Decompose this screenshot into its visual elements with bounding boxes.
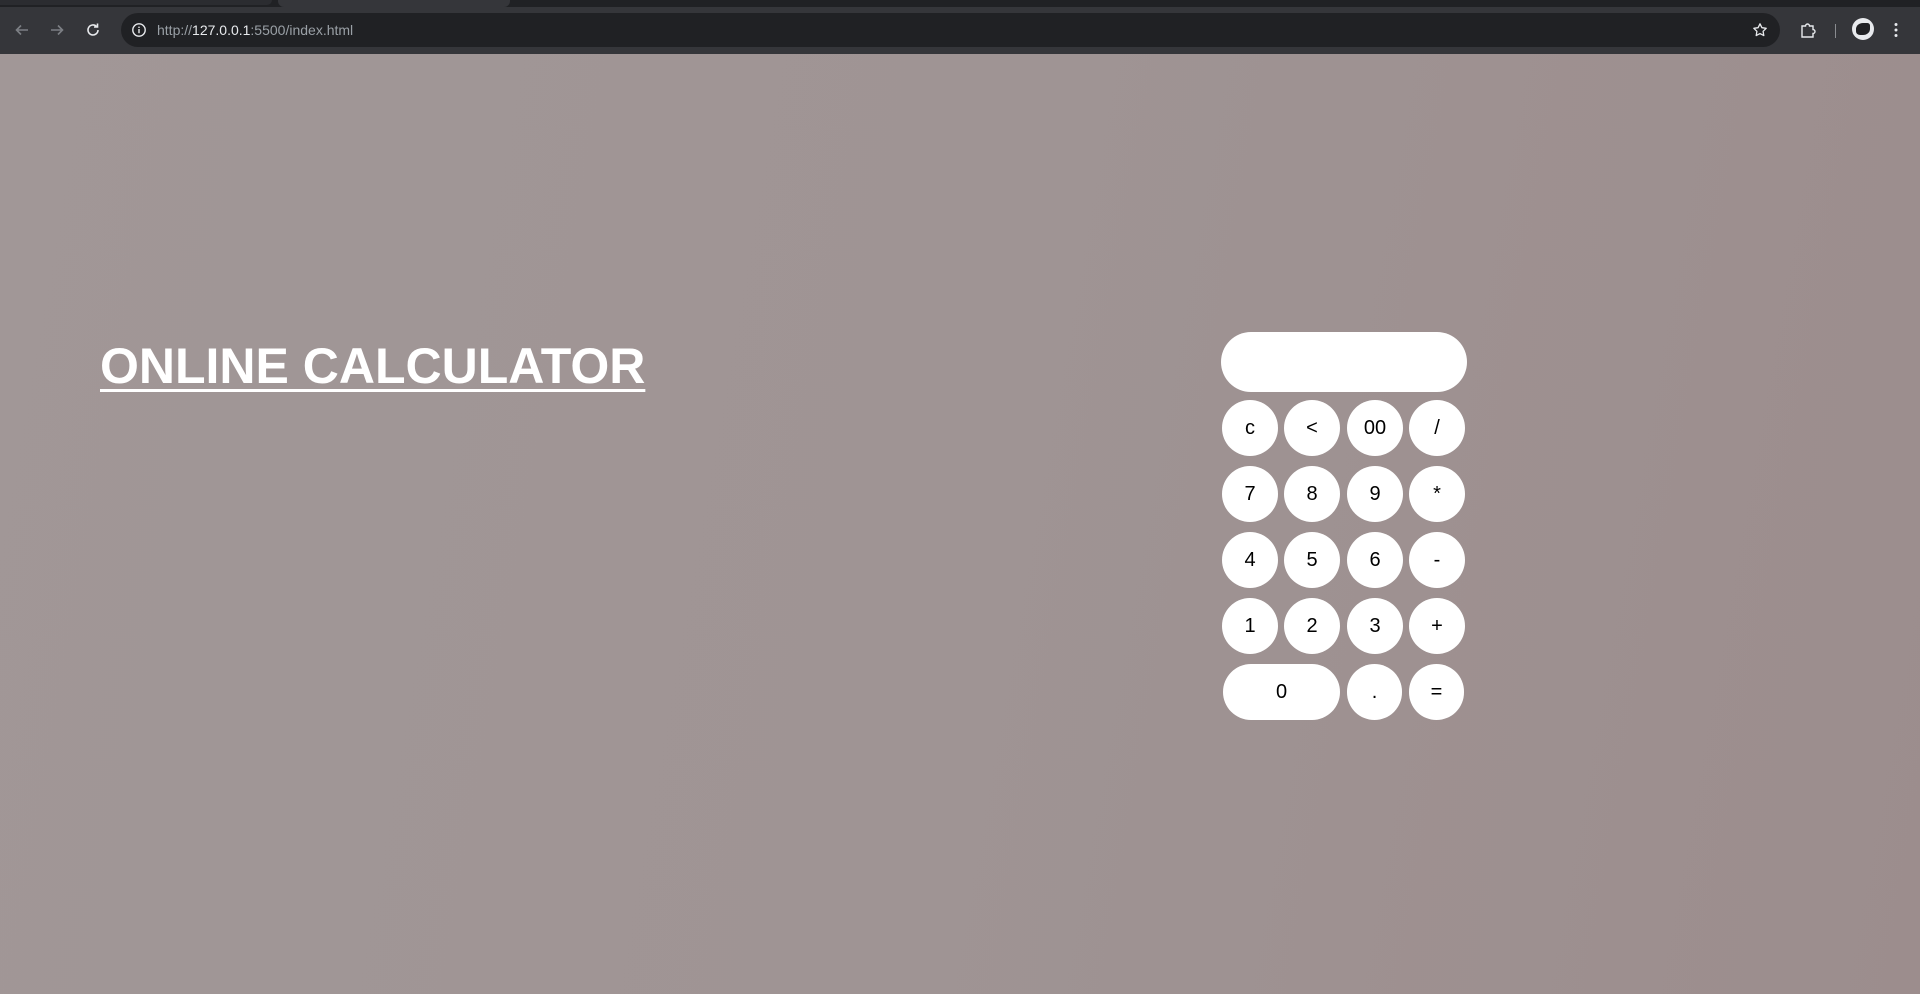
url-text[interactable]: http://127.0.0.1:5500/index.html xyxy=(157,13,353,47)
browser-tab[interactable] xyxy=(0,0,272,5)
digit-8-button[interactable]: 8 xyxy=(1284,466,1340,522)
extensions-puzzle-icon[interactable] xyxy=(1796,18,1820,42)
digit-3-button[interactable]: 3 xyxy=(1347,598,1403,654)
reload-icon[interactable] xyxy=(81,18,105,42)
digit-0-button[interactable]: 0 xyxy=(1223,664,1340,720)
site-info-icon[interactable] xyxy=(129,20,149,40)
minus-button[interactable]: - xyxy=(1409,532,1465,588)
back-arrow-icon[interactable] xyxy=(10,18,34,42)
url-scheme: http:// xyxy=(157,22,193,38)
digit-6-button[interactable]: 6 xyxy=(1347,532,1403,588)
address-bar[interactable]: http://127.0.0.1:5500/index.html xyxy=(121,13,1780,47)
toolbar-separator xyxy=(1835,24,1836,38)
digit-2-button[interactable]: 2 xyxy=(1284,598,1340,654)
digit-5-button[interactable]: 5 xyxy=(1284,532,1340,588)
browser-toolbar: http://127.0.0.1:5500/index.html xyxy=(0,7,1920,54)
decimal-button[interactable]: . xyxy=(1347,664,1402,720)
browser-chrome: http://127.0.0.1:5500/index.html xyxy=(0,0,1920,54)
url-host: 127.0.0.1 xyxy=(192,22,251,38)
digit-1-button[interactable]: 1 xyxy=(1222,598,1278,654)
divide-button[interactable]: / xyxy=(1409,400,1465,456)
page-title: ONLINE CALCULATOR xyxy=(100,338,646,394)
page-viewport: ONLINE CALCULATOR c < 00 / 7 8 9 * 4 5 6… xyxy=(0,54,1920,994)
profile-avatar[interactable] xyxy=(1852,18,1874,40)
multiply-button[interactable]: * xyxy=(1409,466,1465,522)
backspace-button[interactable]: < xyxy=(1284,400,1340,456)
digit-9-button[interactable]: 9 xyxy=(1347,466,1403,522)
browser-tab-active[interactable] xyxy=(278,0,510,7)
bookmark-star-icon[interactable] xyxy=(1750,20,1770,40)
clear-button[interactable]: c xyxy=(1222,400,1278,456)
forward-arrow-icon[interactable] xyxy=(45,18,69,42)
double-zero-button[interactable]: 00 xyxy=(1347,400,1403,456)
digit-7-button[interactable]: 7 xyxy=(1222,466,1278,522)
equals-button[interactable]: = xyxy=(1409,664,1464,720)
plus-button[interactable]: + xyxy=(1409,598,1465,654)
digit-4-button[interactable]: 4 xyxy=(1222,532,1278,588)
calculator-display[interactable] xyxy=(1221,332,1467,392)
url-path: :5500/index.html xyxy=(250,22,354,38)
tab-strip xyxy=(0,0,1920,7)
more-menu-icon[interactable] xyxy=(1884,18,1908,42)
